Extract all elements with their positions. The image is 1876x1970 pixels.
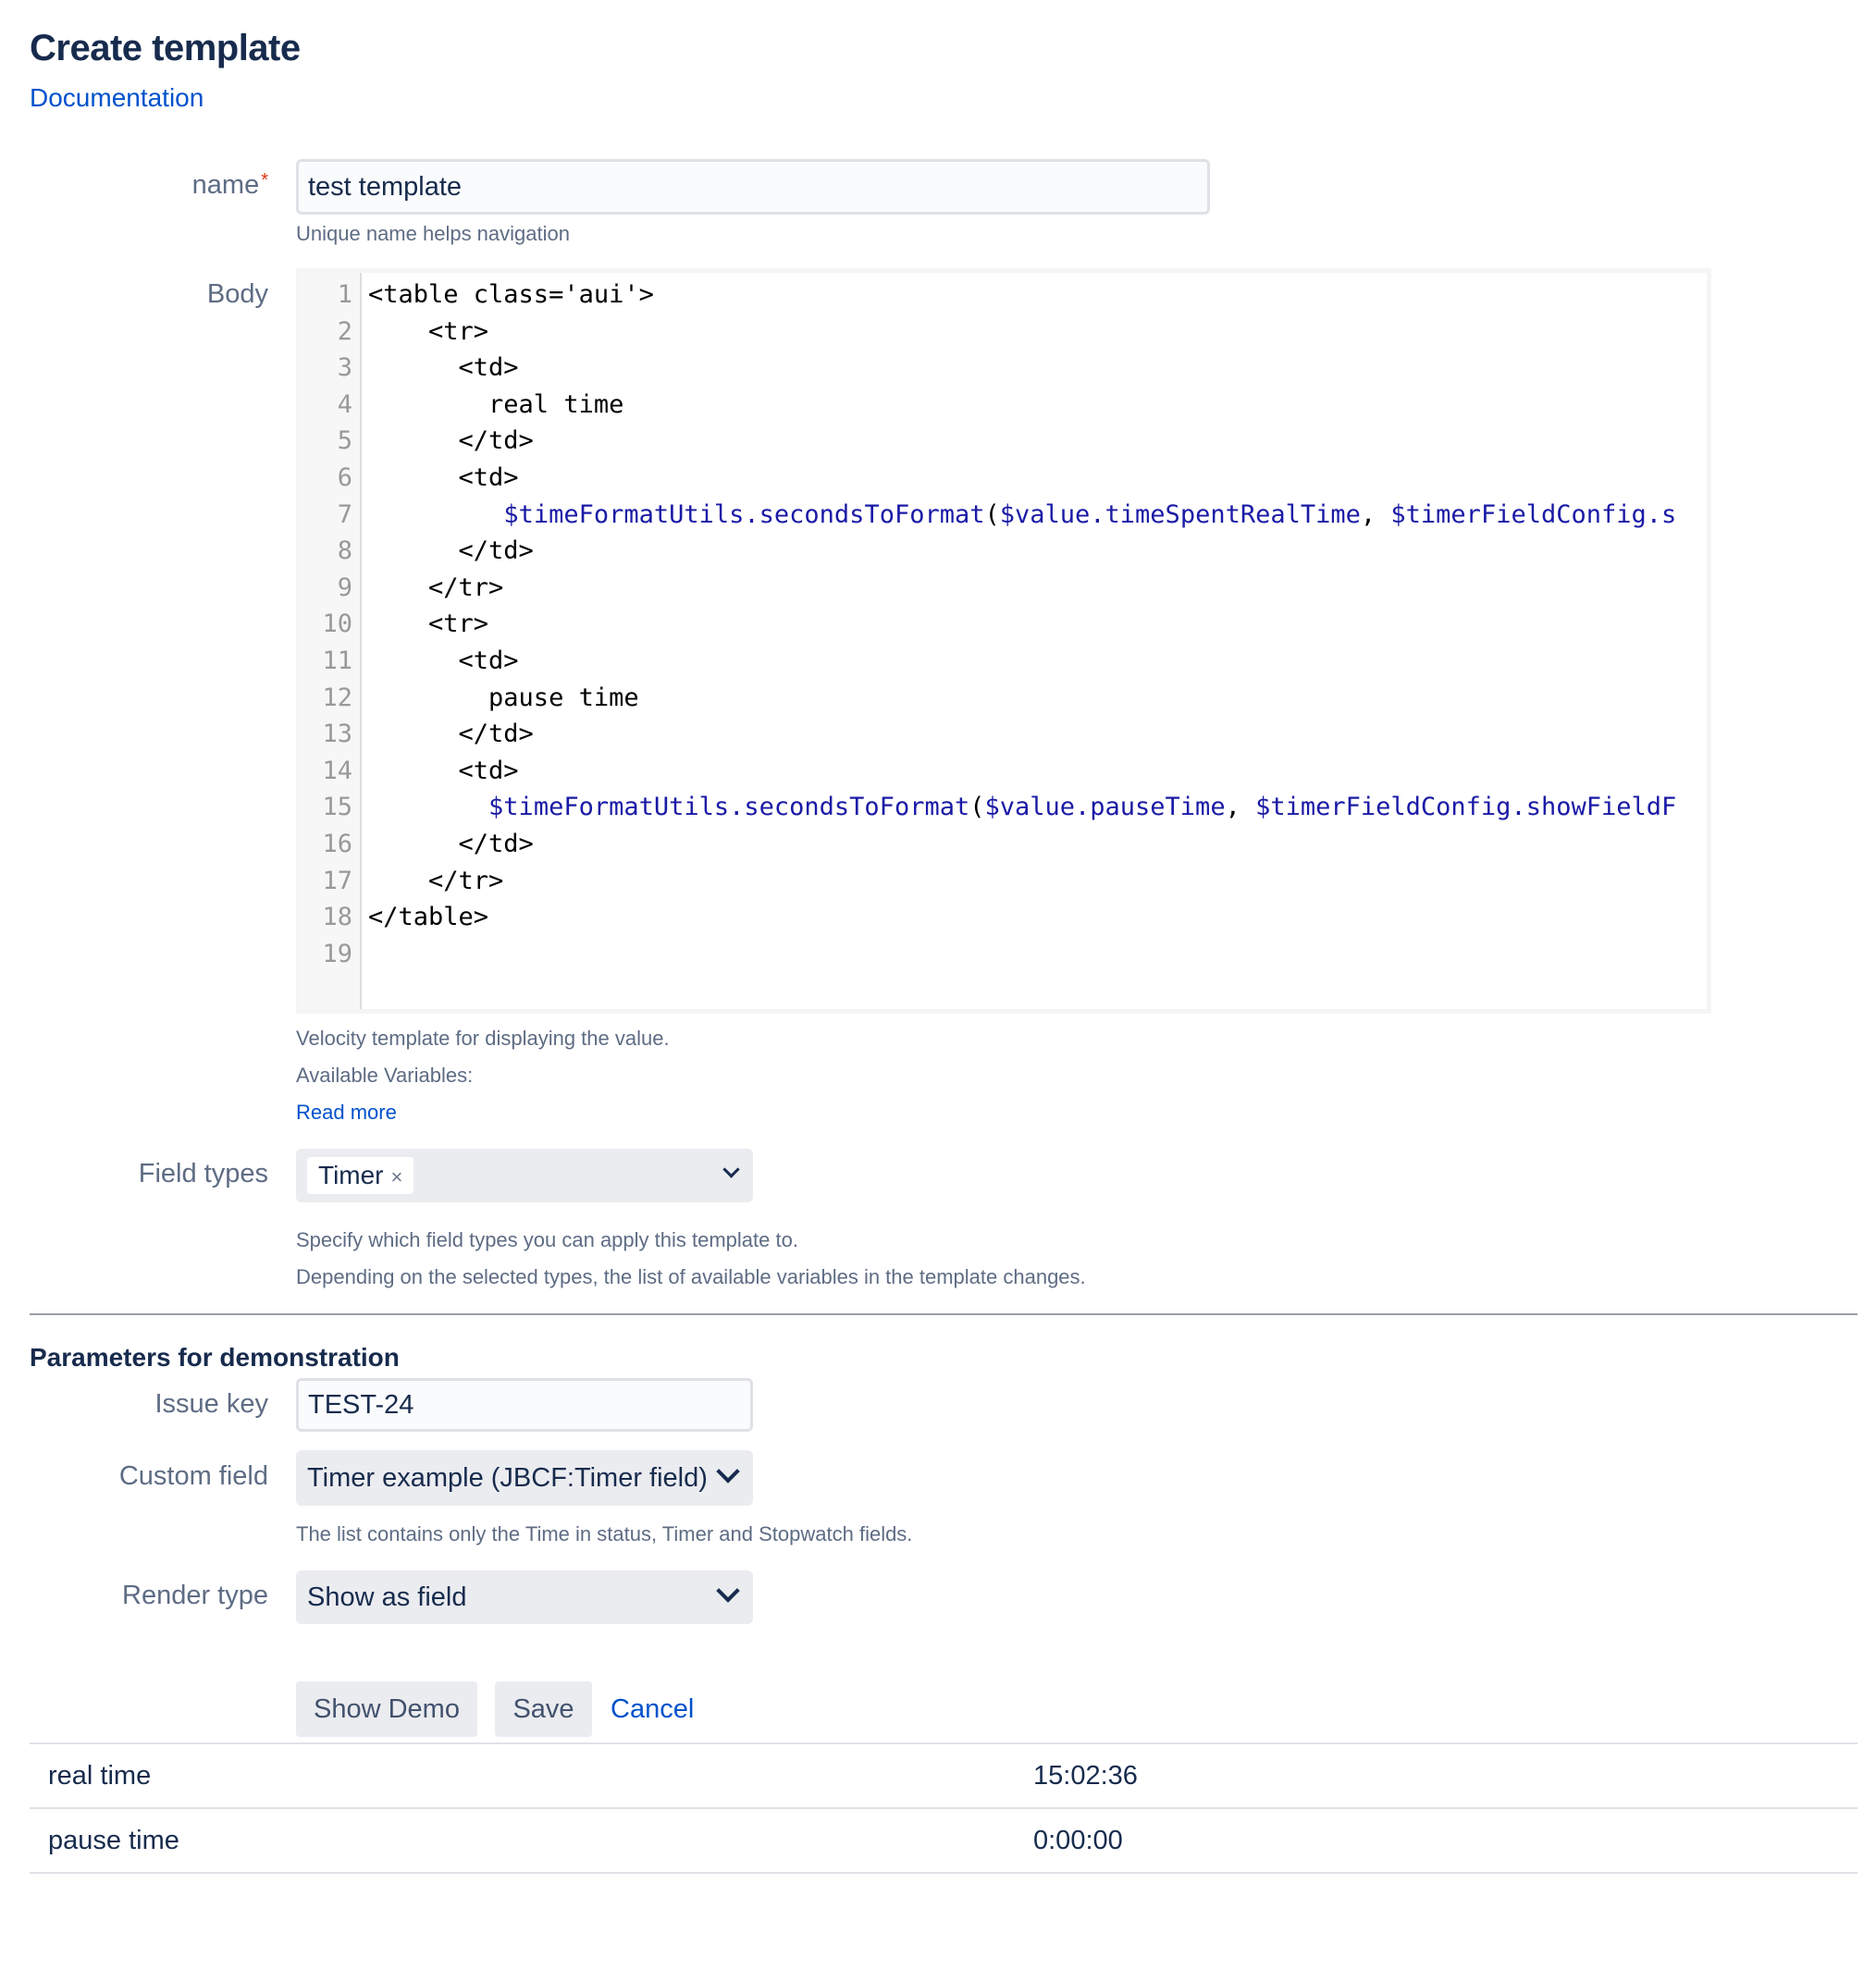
body-hint-description: Velocity template for displaying the val… xyxy=(296,1027,670,1050)
custom-field-label: Custom field xyxy=(118,1461,268,1491)
code-line: $timeFormatUtils.secondsToFormat($value.… xyxy=(503,499,1677,529)
code-line: <tr> xyxy=(368,609,489,639)
code-editor[interactable]: 1 <table class='aui'> 2 <tr> 3 <td> 4 real t… xyxy=(296,268,1711,1014)
result-value: 15:02:36 xyxy=(1033,1761,1138,1791)
line-number: 11 xyxy=(322,646,352,675)
code-line: </td> xyxy=(368,720,534,749)
code-line: pause time xyxy=(368,683,639,712)
result-value: 0:00:00 xyxy=(1033,1826,1123,1855)
line-number: 18 xyxy=(322,903,352,932)
remove-tag-icon[interactable]: × xyxy=(391,1165,403,1188)
line-number-gutter xyxy=(301,273,362,1009)
code-line: <table class='aui'> xyxy=(368,280,654,309)
code-line: $timeFormatUtils.secondsToFormat($value.… xyxy=(488,793,1677,822)
line-number: 14 xyxy=(322,756,352,785)
code-line: <td> xyxy=(368,756,519,785)
chevron-down-icon xyxy=(716,1459,740,1484)
code-line: </td> xyxy=(368,536,534,566)
table-row: real time 15:02:36 xyxy=(30,1744,1857,1809)
documentation-link[interactable]: Documentation xyxy=(30,83,204,113)
chevron-down-icon xyxy=(716,1579,740,1603)
section-divider xyxy=(30,1313,1857,1315)
code-line: <td> xyxy=(368,463,519,492)
name-input[interactable] xyxy=(296,159,1210,215)
name-label: name * xyxy=(28,170,268,201)
code-line: </td> xyxy=(368,830,534,858)
cancel-link[interactable]: Cancel xyxy=(611,1694,694,1725)
body-label: Body xyxy=(206,279,268,309)
line-number: 15 xyxy=(322,793,352,822)
line-number: 16 xyxy=(322,830,352,858)
line-number: 7 xyxy=(337,499,352,529)
code-line: </tr> xyxy=(368,866,504,895)
name-label-text: name xyxy=(191,170,260,200)
line-number: 4 xyxy=(337,389,352,419)
render-type-selected-value: Show as field xyxy=(307,1582,467,1612)
required-mark: * xyxy=(261,170,268,191)
issue-key-label: Issue key xyxy=(154,1389,269,1419)
chevron-down-icon xyxy=(722,1161,740,1178)
render-type-label: Render type xyxy=(122,1581,268,1610)
read-more-link[interactable]: Read more xyxy=(296,1101,397,1125)
line-number: 6 xyxy=(337,463,352,492)
result-label: pause time xyxy=(48,1826,179,1855)
line-number: 8 xyxy=(337,536,352,566)
line-number: 1 xyxy=(337,280,352,309)
show-demo-button[interactable]: Show Demo xyxy=(296,1681,477,1737)
result-label: real time xyxy=(48,1761,152,1791)
code-line: <tr> xyxy=(368,316,489,346)
line-number: 5 xyxy=(337,426,352,456)
save-button[interactable]: Save xyxy=(495,1681,592,1737)
line-number: 2 xyxy=(337,316,352,346)
line-number: 17 xyxy=(322,866,352,895)
field-types-hint-1: Specify which field types you can apply … xyxy=(296,1228,798,1251)
render-type-select[interactable]: Show as field xyxy=(296,1570,753,1624)
custom-field-hint: The list contains only the Time in statu… xyxy=(296,1522,913,1545)
field-types-hint-2: Depending on the selected types, the lis… xyxy=(296,1265,1086,1288)
demo-section-title: Parameters for demonstration xyxy=(30,1343,400,1372)
line-number: 13 xyxy=(322,720,352,749)
code-line: </td> xyxy=(368,426,534,456)
custom-field-select[interactable]: Timer example (JBCF:Timer field) xyxy=(296,1450,753,1506)
field-type-tag: Timer × xyxy=(307,1157,414,1194)
field-types-select[interactable]: Timer × xyxy=(296,1149,753,1202)
field-type-tag-label: Timer xyxy=(318,1161,384,1189)
line-number: 19 xyxy=(322,939,352,968)
page-title: Create template xyxy=(30,28,301,68)
name-hint: Unique name helps navigation xyxy=(296,222,570,245)
code-line: <td> xyxy=(368,353,519,383)
line-number: 9 xyxy=(337,573,352,602)
body-hint-variables: Available Variables: xyxy=(296,1064,474,1087)
code-line: </table> xyxy=(368,903,489,932)
line-number: 10 xyxy=(322,609,352,639)
code-line: real time xyxy=(368,389,624,419)
custom-field-selected-value: Timer example (JBCF:Timer field) xyxy=(307,1463,708,1493)
code-line: </tr> xyxy=(368,573,504,602)
table-row: pause time 0:00:00 xyxy=(30,1809,1857,1874)
line-number: 12 xyxy=(322,683,352,712)
issue-key-input[interactable] xyxy=(296,1378,753,1432)
code-line: <td> xyxy=(368,646,519,675)
field-types-label: Field types xyxy=(138,1159,268,1188)
line-number: 3 xyxy=(337,353,352,383)
